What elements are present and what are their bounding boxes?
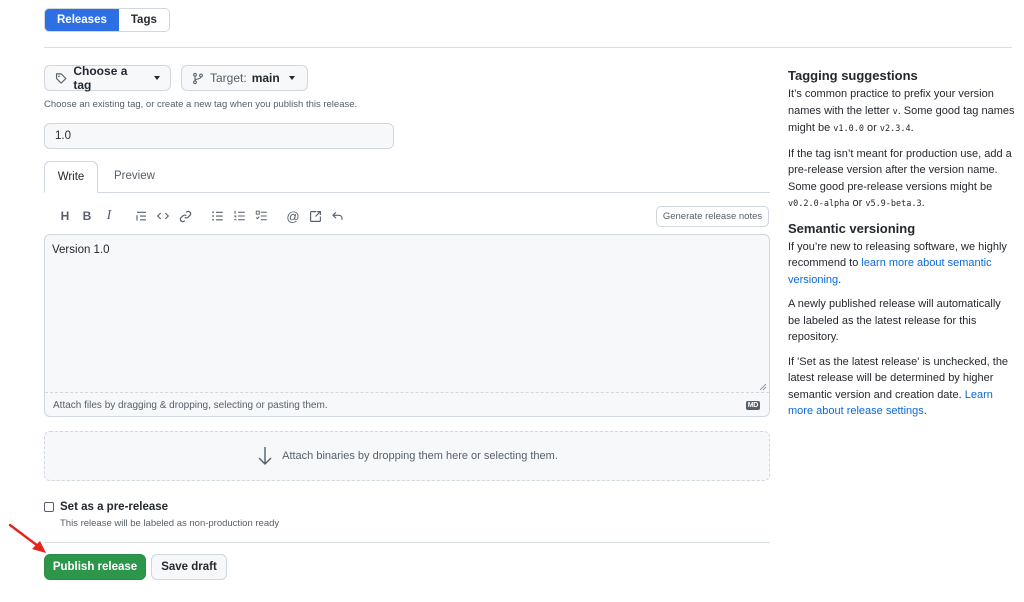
- branch-icon: [193, 72, 203, 84]
- heading-icon[interactable]: H: [54, 206, 76, 226]
- semver-paragraph-1: If you’re new to releasing software, we …: [788, 240, 1007, 286]
- code-icon[interactable]: [152, 206, 174, 226]
- attach-files-hint[interactable]: Attach files by dragging & dropping, sel…: [53, 400, 328, 411]
- publish-release-button[interactable]: Publish release: [44, 554, 146, 580]
- attach-divider: [45, 392, 769, 393]
- tagging-paragraph-1: It’s common practice to prefix your vers…: [788, 88, 1015, 134]
- binaries-dropzone[interactable]: Attach binaries by dropping them here or…: [44, 431, 770, 481]
- tab-write[interactable]: Write: [44, 161, 98, 193]
- markdown-icon: MD: [745, 401, 760, 410]
- red-arrow-annotation-icon: [8, 523, 46, 553]
- task-list-icon[interactable]: [250, 206, 272, 226]
- binaries-label: Attach binaries by dropping them here or…: [282, 450, 558, 462]
- prerelease-checkbox[interactable]: [44, 502, 54, 512]
- divider: [44, 542, 770, 543]
- tab-preview[interactable]: Preview: [104, 161, 165, 193]
- chevron-down-icon: [154, 76, 160, 80]
- quote-icon[interactable]: [130, 206, 152, 226]
- target-branch-name: main: [251, 71, 280, 85]
- release-body-textarea[interactable]: Version 1.0 Attach files by dragging & d…: [44, 234, 770, 417]
- bulleted-list-icon[interactable]: [206, 206, 228, 226]
- bold-icon[interactable]: B: [76, 206, 98, 226]
- target-branch-button[interactable]: Target: main: [181, 65, 308, 91]
- prerelease-description: This release will be labeled as non-prod…: [60, 518, 280, 529]
- semver-paragraph-3: If 'Set as the latest release' is unchec…: [788, 355, 1009, 418]
- tagging-suggestions-title: Tagging suggestions: [788, 68, 918, 83]
- tag-hint: Choose an existing tag, or create a new …: [44, 99, 358, 110]
- generate-release-notes-button[interactable]: Generate release notes: [656, 206, 769, 227]
- reply-icon[interactable]: [326, 206, 348, 226]
- prerelease-label[interactable]: Set as a pre-release: [60, 501, 168, 513]
- target-prefix: Target:: [210, 71, 247, 85]
- chevron-down-icon: [288, 76, 295, 80]
- choose-tag-label: Choose a tag: [73, 64, 128, 92]
- save-draft-button[interactable]: Save draft: [151, 554, 227, 580]
- cross-reference-icon[interactable]: [304, 206, 326, 226]
- tagging-paragraph-2: If the tag isn’t meant for production us…: [788, 147, 1012, 210]
- sidebar: Tagging suggestions It’s common practice…: [788, 68, 1016, 428]
- semantic-versioning-title: Semantic versioning: [788, 220, 916, 236]
- release-tabs: Releases Tags: [44, 8, 170, 32]
- tag-icon: [55, 72, 67, 84]
- numbered-list-icon[interactable]: [228, 206, 250, 226]
- resize-handle-icon[interactable]: [759, 383, 767, 391]
- divider: [44, 47, 1012, 48]
- semver-paragraph-2: A newly published release will automatic…: [788, 298, 1001, 343]
- tab-tags[interactable]: Tags: [118, 9, 169, 31]
- mention-icon[interactable]: @: [282, 206, 304, 226]
- arrow-down-icon: [258, 447, 272, 465]
- release-title-input[interactable]: [44, 123, 394, 149]
- markdown-toolbar: H B I @: [54, 206, 348, 226]
- release-body-text[interactable]: Version 1.0: [52, 244, 110, 256]
- italic-icon[interactable]: I: [98, 206, 120, 226]
- tab-releases[interactable]: Releases: [45, 9, 119, 31]
- link-icon[interactable]: [174, 206, 196, 226]
- choose-tag-button[interactable]: Choose a tag: [44, 64, 171, 92]
